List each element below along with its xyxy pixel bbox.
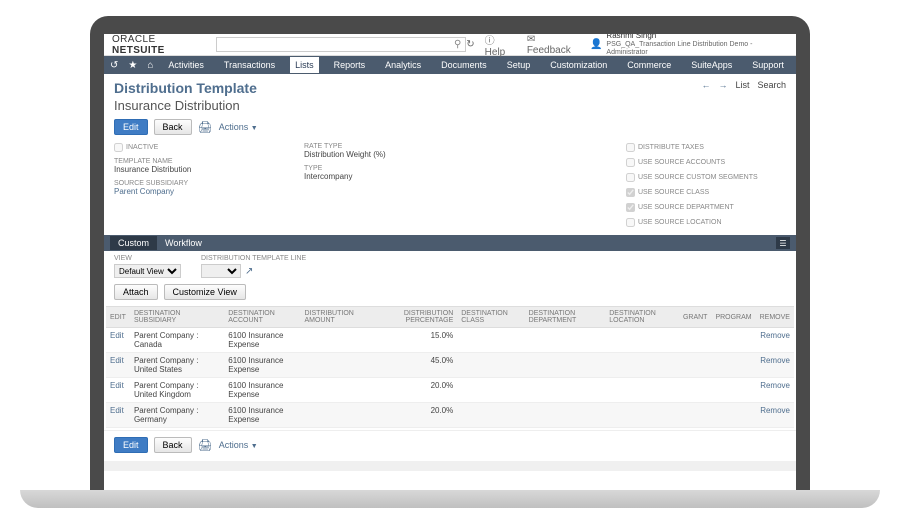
edit-button-bottom[interactable]: Edit [114,437,148,453]
col-remove: REMOVE [756,307,794,328]
menu-reports[interactable]: Reports [329,57,371,73]
history-icon[interactable]: ↺ [110,60,118,71]
col-destination-department: DESTINATION DEPARTMENT [525,307,606,328]
view-select[interactable]: Default View [114,264,181,278]
remove-link[interactable]: Remove [760,356,790,365]
subtab-bar: Custom Workflow ☰ [104,235,796,251]
next-record-icon[interactable]: → [718,80,727,90]
search-icon[interactable]: ⚲ [454,39,461,50]
use-source-accounts-checkbox [626,158,635,167]
print-icon[interactable]: 🖨 [198,120,213,134]
col-destination-location: DESTINATION LOCATION [605,307,679,328]
use-source-department-checkbox [626,203,635,212]
template-name-value: Insurance Distribution [114,165,274,174]
use-source-class-checkbox [626,188,635,197]
menu-commerce[interactable]: Commerce [622,57,676,73]
edit-link[interactable]: Edit [110,406,124,415]
distribute-taxes-checkbox [626,143,635,152]
prev-record-icon[interactable]: ← [701,80,710,90]
edit-link[interactable]: Edit [110,356,124,365]
col-distribution-amount: DISTRIBUTION AMOUNT [300,307,374,328]
remove-link[interactable]: Remove [760,381,790,390]
source-subsidiary-link[interactable]: Parent Company [114,187,274,196]
menu-documents[interactable]: Documents [436,57,492,73]
fields-area: INACTIVE TEMPLATE NAMEInsurance Distribu… [104,139,796,235]
col-destination-subsidiary: DESTINATION SUBSIDIARY [130,307,224,328]
menu-lists[interactable]: Lists [290,57,319,73]
user-icon: 👤 [590,39,602,50]
action-row-top: Edit Back 🖨 Actions ▼ [104,115,796,139]
print-icon-bottom[interactable]: 🖨 [198,438,213,452]
user-name: Rashmi Singh [606,34,788,41]
edit-button[interactable]: Edit [114,119,148,135]
actions-menu[interactable]: Actions ▼ [219,122,258,132]
col-edit: EDIT [106,307,130,328]
subtab-workflow[interactable]: Workflow [157,236,210,250]
col-program: PROGRAM [711,307,755,328]
col-grant: GRANT [679,307,712,328]
lines-table: EDITDESTINATION SUBSIDIARYDESTINATION AC… [106,306,794,428]
app-screen: ORACLE NETSUITE ⚲ ↻ ⓘ Help ✉ Feedback 👤 … [104,34,796,494]
use-source-location-checkbox [626,218,635,227]
attach-row: Attach Customize View [104,282,796,306]
menu-transactions[interactable]: Transactions [219,57,280,73]
table-row: EditParent Company : United States6100 I… [106,353,794,378]
back-button-bottom[interactable]: Back [154,437,192,453]
subtab-custom[interactable]: Custom [110,236,157,250]
menu-setup[interactable]: Setup [502,57,536,73]
footer-band [104,461,796,471]
actions-menu-bottom[interactable]: Actions ▼ [219,440,258,450]
view-controls: VIEW Default View DISTRIBUTION TEMPLATE … [104,251,796,282]
menu-activities[interactable]: Activities [163,57,209,73]
topbar: ORACLE NETSUITE ⚲ ↻ ⓘ Help ✉ Feedback 👤 … [104,34,796,56]
feedback-link[interactable]: ✉ Feedback [527,34,580,56]
col-distribution-percentage: DISTRIBUTION PERCENTAGE [374,307,457,328]
star-icon[interactable]: ★ [128,60,137,71]
top-right: ↻ ⓘ Help ✉ Feedback 👤 Rashmi Singh PSG_Q… [466,34,788,58]
table-row: EditParent Company : United Kingdom6100 … [106,378,794,403]
menu-support[interactable]: Support [747,57,789,73]
table-row: EditParent Company : Canada6100 Insuranc… [106,328,794,353]
distribution-template-line-select[interactable] [201,264,241,278]
col-destination-account: DESTINATION ACCOUNT [224,307,300,328]
user-role: PSG_QA_Transaction Line Distribution Dem… [606,41,752,56]
refresh-icon[interactable]: ↻ [466,39,474,50]
menu-customization[interactable]: Customization [545,57,612,73]
global-search[interactable]: ⚲ [216,37,466,52]
user-menu[interactable]: 👤 Rashmi Singh PSG_QA_Transaction Line D… [590,34,788,57]
main-menu: ↺ ★ ⌂ Activities Transactions Lists Repo… [104,56,796,74]
expand-subtab-icon[interactable]: ☰ [776,237,790,249]
search-link[interactable]: Search [757,80,786,90]
list-link[interactable]: List [735,80,749,90]
col-destination-class: DESTINATION CLASS [457,307,524,328]
type-value: Intercompany [304,172,464,181]
search-input[interactable] [221,40,454,50]
logo: ORACLE NETSUITE [112,34,208,56]
remove-link[interactable]: Remove [760,406,790,415]
menu-analytics[interactable]: Analytics [380,57,426,73]
table-row: EditParent Company : Germany6100 Insuran… [106,403,794,428]
use-source-custom-segments-checkbox [626,173,635,182]
page-title: Distribution Template [114,80,786,96]
attach-button[interactable]: Attach [114,284,158,300]
back-button[interactable]: Back [154,119,192,135]
popout-icon[interactable]: ↗ [245,266,253,277]
action-row-bottom: Edit Back 🖨 Actions ▼ [104,430,796,459]
laptop-base [20,490,880,508]
inactive-checkbox [114,143,123,152]
page-subtitle: Insurance Distribution [114,98,786,113]
menu-suiteapps[interactable]: SuiteApps [686,57,737,73]
help-link[interactable]: ⓘ Help [485,34,517,58]
rate-type-value: Distribution Weight (%) [304,150,464,159]
remove-link[interactable]: Remove [760,331,790,340]
home-icon[interactable]: ⌂ [147,60,153,71]
edit-link[interactable]: Edit [110,381,124,390]
customize-view-button[interactable]: Customize View [164,284,246,300]
edit-link[interactable]: Edit [110,331,124,340]
page-header: Distribution Template Insurance Distribu… [104,74,796,115]
